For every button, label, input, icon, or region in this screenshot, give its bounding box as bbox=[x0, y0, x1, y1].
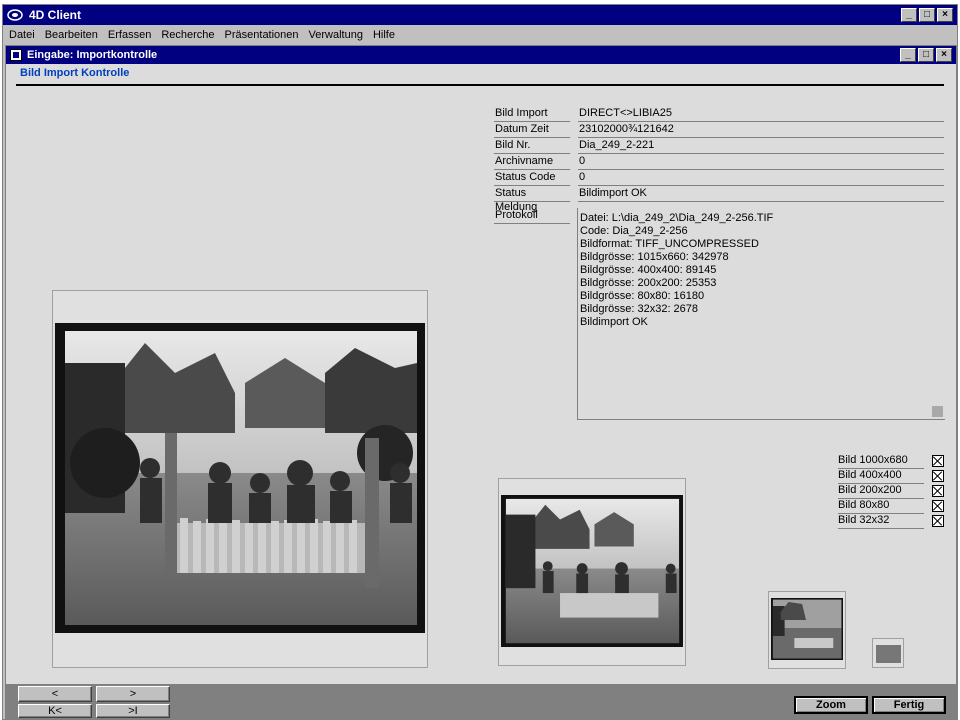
photo-image bbox=[505, 498, 680, 644]
divider bbox=[16, 84, 944, 86]
resize-grip[interactable] bbox=[932, 406, 943, 417]
size-row-80x80: Bild 80x80 bbox=[838, 499, 946, 514]
app-titlebar[interactable]: 4D Client _ □ × bbox=[3, 5, 957, 25]
size-row-400x400: Bild 400x400 bbox=[838, 469, 946, 484]
protokoll-line: Bildformat: TIFF_UNCOMPRESSED bbox=[580, 238, 759, 250]
4d-logo-icon bbox=[7, 9, 23, 21]
menu-verwaltung[interactable]: Verwaltung bbox=[309, 29, 363, 41]
bottom-toolbar: < > K< >I Zoom Fertig bbox=[6, 684, 956, 720]
size-label: Bild 400x400 bbox=[838, 469, 924, 484]
size-row-200x200: Bild 200x200 bbox=[838, 484, 946, 499]
protokoll-line: Bildgrösse: 400x400: 89145 bbox=[580, 264, 717, 276]
menu-bearbeiten[interactable]: Bearbeiten bbox=[45, 29, 98, 41]
size-label: Bild 32x32 bbox=[838, 514, 924, 529]
menu-recherche[interactable]: Recherche bbox=[161, 29, 214, 41]
size-checkbox[interactable] bbox=[932, 500, 944, 512]
last-record-button[interactable]: >I bbox=[96, 704, 170, 718]
menu-erfassen[interactable]: Erfassen bbox=[108, 29, 151, 41]
field-label: Bild Nr. bbox=[494, 138, 570, 154]
image-preview-tiny bbox=[872, 638, 904, 668]
child-maximize-button[interactable]: □ bbox=[918, 48, 934, 62]
import-window-title: Eingabe: Importkontrolle bbox=[27, 49, 158, 61]
protokoll-line: Bildgrösse: 1015x660: 342978 bbox=[580, 251, 729, 263]
field-label: Archivname bbox=[494, 154, 570, 170]
maximize-button[interactable]: □ bbox=[919, 8, 935, 22]
field-label: Status Code bbox=[494, 170, 570, 186]
size-checkbox[interactable] bbox=[932, 485, 944, 497]
fertig-button[interactable]: Fertig bbox=[872, 696, 946, 714]
protokoll-textarea[interactable]: Datei: L:\dia_249_2\Dia_249_2-256.TIF Co… bbox=[577, 208, 945, 420]
field-value[interactable]: Dia_249_2-221 bbox=[578, 138, 944, 154]
minimize-button[interactable]: _ bbox=[901, 8, 917, 22]
next-record-button[interactable]: > bbox=[96, 686, 170, 702]
size-checkbox[interactable] bbox=[932, 470, 944, 482]
form-subtitle: Bild Import Kontrolle bbox=[20, 67, 130, 79]
menu-hilfe[interactable]: Hilfe bbox=[373, 29, 395, 41]
protokoll-line: Bildgrösse: 200x200: 25353 bbox=[580, 277, 717, 289]
field-value[interactable]: 0 bbox=[578, 154, 944, 170]
import-window-titlebar[interactable]: Eingabe: Importkontrolle _ □ × bbox=[6, 46, 956, 64]
protokoll-line: Bildimport OK bbox=[580, 316, 648, 328]
image-preview-large bbox=[52, 290, 428, 668]
field-label: Status Meldung bbox=[494, 186, 570, 213]
zoom-button[interactable]: Zoom bbox=[794, 696, 868, 714]
size-row-1000x680: Bild 1000x680 bbox=[838, 454, 946, 469]
menubar: Datei Bearbeiten Erfassen Recherche Präs… bbox=[3, 25, 957, 44]
document-icon bbox=[10, 49, 22, 61]
field-value[interactable]: 0 bbox=[578, 170, 944, 186]
size-label: Bild 80x80 bbox=[838, 499, 924, 514]
field-status-meldung: Status Meldung Bildimport OK bbox=[494, 186, 944, 213]
app-window: 4D Client _ □ × Datei Bearbeiten Erfasse… bbox=[2, 4, 958, 720]
photo-tiny bbox=[876, 645, 901, 663]
protokoll-line: Code: Dia_249_2-256 bbox=[580, 225, 688, 237]
child-minimize-button[interactable]: _ bbox=[900, 48, 916, 62]
field-value[interactable]: Bildimport OK bbox=[578, 186, 944, 202]
protokoll-line: Datei: L:\dia_249_2\Dia_249_2-256.TIF bbox=[580, 212, 774, 224]
menu-datei[interactable]: Datei bbox=[9, 29, 35, 41]
size-row-32x32: Bild 32x32 bbox=[838, 514, 946, 529]
field-status-code: Status Code 0 bbox=[494, 170, 944, 186]
size-label: Bild 200x200 bbox=[838, 484, 924, 499]
photo-image bbox=[65, 331, 417, 625]
protokoll-line: Bildgrösse: 80x80: 16180 bbox=[580, 290, 705, 302]
image-preview-small bbox=[768, 591, 846, 669]
size-checkbox[interactable] bbox=[932, 455, 944, 467]
app-title: 4D Client bbox=[29, 8, 82, 22]
close-button[interactable]: × bbox=[937, 8, 953, 22]
field-label: Datum Zeit bbox=[494, 122, 570, 138]
image-preview-medium bbox=[498, 478, 686, 666]
photo-medium bbox=[501, 495, 683, 647]
photo-image bbox=[772, 599, 842, 659]
size-label: Bild 1000x680 bbox=[838, 454, 924, 469]
child-close-button[interactable]: × bbox=[936, 48, 952, 62]
photo-small bbox=[771, 598, 843, 660]
field-value[interactable]: DIRECT<>LIBIA25 bbox=[578, 106, 944, 122]
import-window: Eingabe: Importkontrolle _ □ × Bild Impo… bbox=[5, 45, 957, 720]
field-value[interactable]: 23102000¾121642 bbox=[578, 122, 944, 138]
protokoll-line: Bildgrösse: 32x32: 2678 bbox=[580, 303, 699, 315]
field-bild-nr: Bild Nr. Dia_249_2-221 bbox=[494, 138, 944, 154]
field-archivname: Archivname 0 bbox=[494, 154, 944, 170]
menu-praesentationen[interactable]: Präsentationen bbox=[225, 29, 299, 41]
field-bild-import: Bild Import DIRECT<>LIBIA25 bbox=[494, 106, 944, 122]
field-label: Bild Import bbox=[494, 106, 570, 122]
protokoll-label: Protokoll bbox=[494, 208, 570, 224]
photo-large bbox=[55, 323, 425, 633]
size-checkbox[interactable] bbox=[932, 515, 944, 527]
previous-record-button[interactable]: < bbox=[18, 686, 92, 702]
form-area: Bild Import Kontrolle Bild Import DIRECT… bbox=[6, 64, 956, 684]
first-record-button[interactable]: K< bbox=[18, 704, 92, 718]
field-datum-zeit: Datum Zeit 23102000¾121642 bbox=[494, 122, 944, 138]
